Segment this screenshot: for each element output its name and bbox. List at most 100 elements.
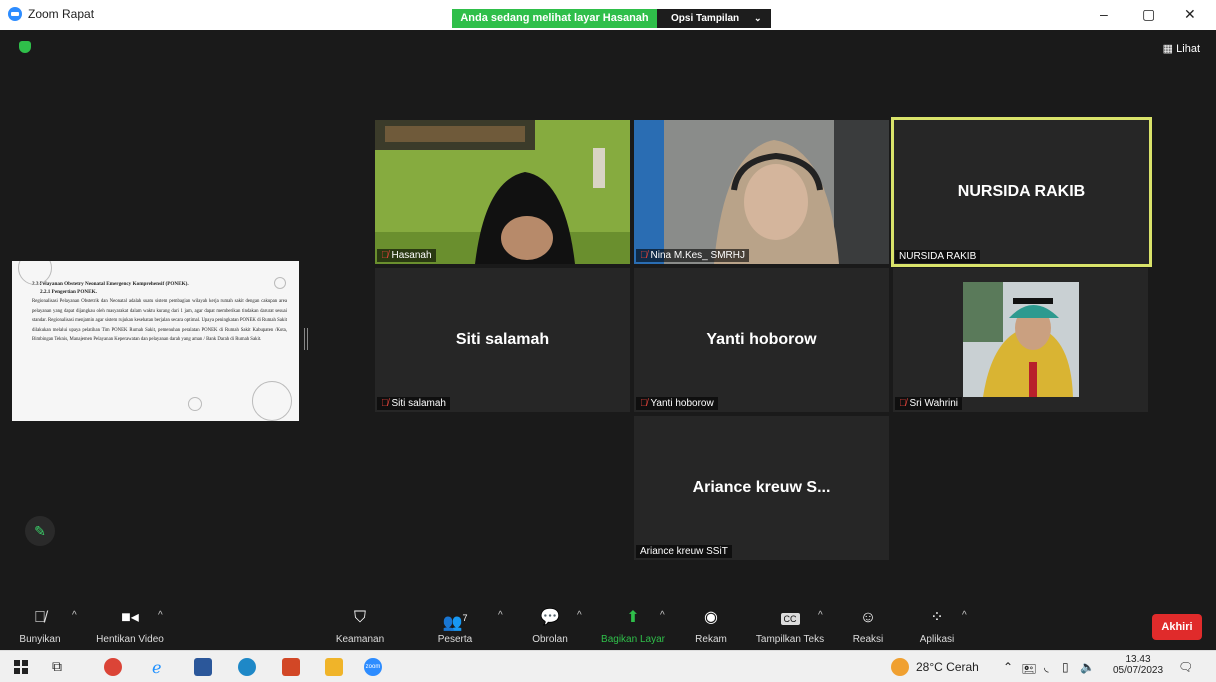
record-icon: ◉: [704, 609, 718, 626]
participant-name: Hasanah: [391, 250, 432, 261]
zoom-taskbar-icon[interactable]: zoom: [364, 658, 382, 676]
apps-button[interactable]: ⁘ Aplikasi ^: [914, 608, 967, 645]
view-options-dropdown[interactable]: Opsi Tampilan ⌄: [657, 9, 771, 28]
chrome-icon[interactable]: [104, 658, 122, 676]
security-label: Keamanan: [335, 634, 385, 645]
shared-screen[interactable]: 2.2 Pelayanan Obstetry Neonatal Emergenc…: [12, 261, 299, 421]
windows-taskbar: ⧉ ℯ zoom 28°C Cerah ⌃ 🖭 ◟ ▯ 🔈 13.43 05/0…: [0, 650, 1216, 682]
doc-heading: 2.2 Pelayanan Obstetry Neonatal Emergenc…: [32, 281, 189, 287]
mic-muted-icon: 🎙̸: [640, 398, 648, 409]
decorative-bubble: [188, 397, 202, 411]
participant-video: [375, 120, 630, 264]
shield-icon: ⛉: [353, 609, 366, 626]
wifi-icon[interactable]: ◟: [1044, 660, 1049, 674]
participant-label: 🎙̸ Hasanah: [377, 249, 436, 262]
view-label: Lihat: [1176, 43, 1200, 55]
chevron-up-icon[interactable]: ^: [962, 610, 967, 621]
participants-button[interactable]: 👥7 Peserta ^: [432, 608, 503, 645]
share-screen-label: Bagikan Layar: [601, 634, 665, 645]
chevron-up-icon[interactable]: ^: [72, 610, 77, 621]
participant-tile-hasanah[interactable]: 🎙̸ Hasanah: [375, 120, 630, 264]
chevron-up-icon[interactable]: ^: [158, 610, 163, 621]
participant-center-name: Siti salamah: [455, 331, 550, 348]
restore-button[interactable]: ▢: [1142, 6, 1155, 23]
participant-name: Nina M.Kes_ SMRHJ: [650, 250, 745, 261]
mic-muted-icon: 🎙̸: [899, 398, 907, 409]
stop-video-button[interactable]: ■◂ Hentikan Video ^: [92, 608, 168, 645]
split-divider-handle[interactable]: [304, 328, 308, 350]
participants-icon: 👥7: [442, 613, 468, 632]
decorative-bubble: [252, 381, 292, 421]
chevron-up-icon[interactable]: ^: [498, 610, 503, 621]
tray-chevron-up-icon[interactable]: ⌃: [1003, 660, 1013, 674]
weather-icon[interactable]: [891, 658, 909, 676]
participant-video: [634, 120, 889, 264]
cc-badge: CC: [780, 613, 800, 625]
battery-icon[interactable]: ▯: [1062, 660, 1069, 674]
record-label: Rekam: [695, 634, 727, 645]
app-title: Zoom Rapat: [28, 7, 95, 21]
participant-name: Ariance kreuw SSiT: [640, 546, 728, 557]
network-icon[interactable]: 🖭: [1022, 660, 1036, 681]
file-explorer-icon[interactable]: [325, 658, 343, 676]
word-icon[interactable]: [194, 658, 212, 676]
annotate-pen-icon[interactable]: ✎: [25, 516, 55, 546]
participant-tile-sri[interactable]: 🎙̸ Sri Wahrini: [893, 268, 1148, 412]
security-shield-icon[interactable]: [19, 41, 31, 53]
participant-label: 🎙̸ Siti salamah: [377, 397, 450, 410]
participant-center-name: NURSIDA RAKIB: [957, 183, 1086, 200]
participant-tile-nursida[interactable]: NURSIDA RAKIB NURSIDA RAKIB: [891, 117, 1152, 267]
chevron-up-icon[interactable]: ^: [660, 610, 665, 621]
minimize-button[interactable]: –: [1100, 6, 1108, 22]
captions-label: Tampilkan Teks: [755, 634, 825, 645]
participant-tile-ariance[interactable]: Ariance kreuw S... Ariance kreuw SSiT: [634, 416, 889, 560]
chevron-up-icon[interactable]: ^: [577, 610, 582, 621]
record-button[interactable]: ◉ Rekam: [690, 608, 732, 645]
volume-icon[interactable]: 🔈: [1080, 660, 1095, 674]
internet-explorer-icon[interactable]: ℯ: [152, 658, 170, 677]
edge-icon[interactable]: [238, 658, 256, 676]
view-options-label: Opsi Tampilan: [671, 13, 740, 24]
participant-label: Ariance kreuw SSiT: [636, 545, 732, 558]
chat-label: Obrolan: [532, 634, 568, 645]
participant-tile-siti[interactable]: Siti salamah 🎙̸ Siti salamah: [375, 268, 630, 412]
unmute-label: Bunyikan: [19, 634, 61, 645]
share-screen-button[interactable]: ⬆ Bagikan Layar ^: [598, 608, 668, 645]
participant-avatar-photo: [963, 282, 1079, 397]
apps-label: Aplikasi: [919, 634, 955, 645]
participant-label: NURSIDA RAKIB: [895, 250, 981, 263]
participant-tile-yanti[interactable]: Yanti hoborow 🎙̸ Yanti hoborow: [634, 268, 889, 412]
notifications-icon[interactable]: 🗨: [1178, 660, 1193, 674]
windows-start-icon[interactable]: [12, 658, 30, 676]
grid-icon: ▦: [1162, 43, 1174, 55]
participant-name: Sri Wahrini: [909, 398, 959, 409]
reactions-label: Reaksi: [852, 634, 884, 645]
chat-bubble-icon: 💬: [540, 609, 560, 626]
participant-tile-nina[interactable]: 🎙̸ Nina M.Kes_ SMRHJ: [634, 120, 889, 264]
end-meeting-button[interactable]: Akhiri: [1152, 614, 1202, 640]
share-banner: Anda sedang melihat layar Hasanah: [452, 9, 657, 28]
chevron-down-icon: ⌄: [753, 13, 762, 23]
close-button[interactable]: ✕: [1184, 6, 1196, 23]
chat-button[interactable]: 💬 Obrolan ^: [527, 608, 582, 645]
meeting-toolbar: 🎙̸ Bunyikan ^ ■◂ Hentikan Video ^ ⛉ Keam…: [0, 602, 1216, 650]
participant-label: 🎙̸ Nina M.Kes_ SMRHJ: [636, 249, 749, 262]
security-button[interactable]: ⛉ Keamanan: [332, 608, 388, 645]
weather-text[interactable]: 28°C Cerah: [916, 660, 979, 674]
smiley-plus-icon: ☺: [859, 609, 877, 626]
share-screen-icon: ⬆: [626, 609, 640, 626]
chevron-up-icon[interactable]: ^: [818, 610, 823, 621]
task-view-icon[interactable]: ⧉: [52, 658, 70, 676]
reactions-button[interactable]: ☺ Reaksi: [848, 608, 888, 645]
mic-muted-icon: 🎙̸: [381, 250, 389, 261]
clock-date: 05/07/2023: [1113, 665, 1164, 676]
participant-name: Yanti hoborow: [650, 398, 714, 409]
powerpoint-icon[interactable]: [282, 658, 300, 676]
doc-body: Regionalisasi Pelayanan Obstetrik dan Ne…: [32, 299, 287, 342]
show-captions-button[interactable]: CC Tampilkan Teks ^: [752, 608, 828, 645]
meeting-stage: ▦ Lihat 2.2 Pelayanan Obstetry Neonatal …: [0, 30, 1216, 602]
clock[interactable]: 13.43 05/07/2023: [1113, 654, 1163, 676]
participant-name: NURSIDA RAKIB: [899, 251, 977, 262]
unmute-button[interactable]: 🎙̸ Bunyikan ^: [12, 608, 76, 645]
view-button[interactable]: ▦ Lihat: [1163, 42, 1200, 55]
